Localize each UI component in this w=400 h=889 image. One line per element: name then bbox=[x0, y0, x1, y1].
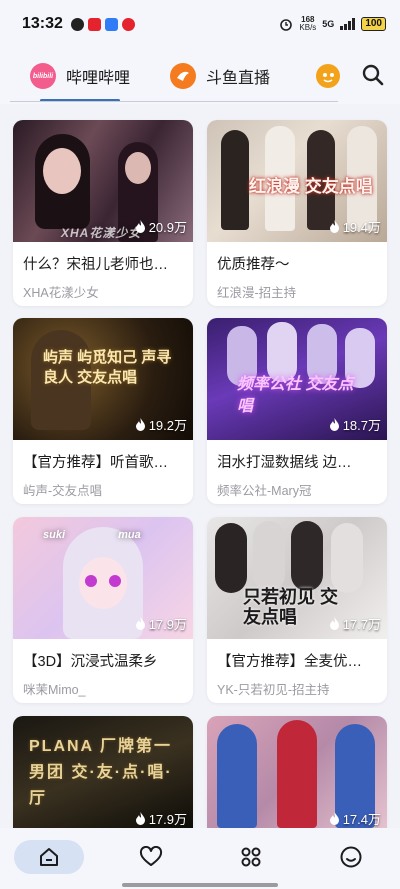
flame-icon bbox=[329, 418, 339, 431]
stream-thumbnail: 只若初见 交友点唱 17.7万 bbox=[207, 517, 387, 639]
stream-thumbnail: 17.4万 bbox=[207, 716, 387, 828]
thumbnail-caption: XHA花漾少女 bbox=[61, 226, 142, 240]
net-speed-unit: KB/s bbox=[299, 23, 317, 32]
tab-label-douyu: 斗鱼直播 bbox=[206, 70, 271, 87]
stream-thumbnail: 频率公社 交友点唱 18.7万 bbox=[207, 318, 387, 440]
view-count-badge: 17.9万 bbox=[135, 614, 187, 633]
stream-thumbnail: 红浪漫 交友点唱 19.4万 bbox=[207, 120, 387, 242]
card-streamer: 红浪漫-招主持 bbox=[217, 286, 297, 300]
stream-card[interactable]: 频率公社 交友点唱 18.7万 泪水打湿数据线 边… 频率公社-Mary冠 bbox=[207, 318, 387, 504]
stream-card[interactable]: XHA花漾少女 20.9万 什么？宋祖儿老师也… XHA花漾少女 bbox=[13, 120, 193, 306]
stream-card[interactable]: suki mua 17.9万 【3D】沉浸式温柔乡 咪茉Mimo_ bbox=[13, 517, 193, 703]
card-streamer: XHA花漾少女 bbox=[23, 286, 99, 300]
netease-music-icon bbox=[121, 17, 135, 31]
flame-icon bbox=[135, 617, 145, 630]
thumbnail-caption: 频率公社 交友点唱 bbox=[237, 376, 354, 415]
signal-icon bbox=[340, 18, 356, 30]
stream-thumbnail: PLANA 厂牌第一男团 交·友·点·唱·厅 17.9万 bbox=[13, 716, 193, 828]
view-count: 17.4万 bbox=[342, 812, 381, 827]
view-count: 19.4万 bbox=[342, 220, 381, 235]
battery-indicator: 100 bbox=[361, 17, 386, 31]
bilibili-logo-icon: bilibili bbox=[30, 63, 56, 89]
header-divider bbox=[10, 101, 338, 102]
flame-icon bbox=[329, 617, 339, 630]
card-streamer: YK-只若初见-招主持 bbox=[217, 683, 330, 697]
nav-home[interactable] bbox=[14, 840, 84, 874]
nav-favorites[interactable] bbox=[116, 840, 186, 874]
bilibili-logo-text: bilibili bbox=[32, 72, 54, 80]
home-icon bbox=[40, 848, 58, 866]
stream-card[interactable]: PLANA 厂牌第一男团 交·友·点·唱·厅 17.9万 bbox=[13, 716, 193, 828]
apps-icon bbox=[241, 847, 261, 867]
platform-tabs: bilibili 哔哩哔哩 斗鱼直播 bbox=[0, 48, 400, 104]
flame-icon bbox=[135, 220, 145, 233]
view-count: 17.9万 bbox=[148, 617, 187, 632]
view-count: 18.7万 bbox=[342, 418, 381, 433]
view-count: 17.9万 bbox=[148, 812, 187, 827]
stream-thumbnail: XHA花漾少女 20.9万 bbox=[13, 120, 193, 242]
huya-logo-icon[interactable] bbox=[316, 64, 340, 88]
view-count-badge: 17.9万 bbox=[135, 809, 187, 828]
nav-profile[interactable] bbox=[316, 840, 386, 874]
flame-icon bbox=[329, 220, 339, 233]
stream-card[interactable]: 17.4万 bbox=[207, 716, 387, 828]
thumbnail-caption: 红浪漫 交友点唱 bbox=[249, 177, 373, 196]
stream-card[interactable]: 红浪漫 交友点唱 19.4万 优质推荐～ 红浪漫-招主持 bbox=[207, 120, 387, 306]
heart-icon bbox=[139, 846, 163, 866]
tmall-icon bbox=[87, 17, 101, 31]
gesture-bar[interactable] bbox=[122, 883, 278, 887]
card-title: 泪水打湿数据线 边… bbox=[217, 455, 352, 471]
card-streamer: 咪茉Mimo_ bbox=[23, 683, 86, 697]
stream-thumbnail: suki mua 17.9万 bbox=[13, 517, 193, 639]
card-title: 【官方推荐】听首歌… bbox=[23, 455, 168, 471]
view-count-badge: 19.2万 bbox=[135, 415, 187, 434]
status-right: 168 KB/s 5G 100 bbox=[279, 16, 386, 32]
tab-label-bilibili: 哔哩哔哩 bbox=[66, 70, 131, 87]
card-streamer: 屿声-交友点唱 bbox=[23, 484, 103, 498]
tab-douyu[interactable]: 斗鱼直播 bbox=[170, 48, 270, 104]
card-title: 什么？宋祖儿老师也… bbox=[23, 257, 168, 273]
view-count: 17.7万 bbox=[342, 617, 381, 632]
qq-icon bbox=[70, 17, 84, 31]
status-bar: 13:32 168 KB/s 5G 100 bbox=[0, 0, 400, 48]
thumbnail-caption: suki mua bbox=[43, 529, 141, 541]
network-type: 5G bbox=[322, 19, 335, 29]
alarm-icon bbox=[280, 19, 293, 31]
search-icon bbox=[362, 64, 384, 86]
search-button[interactable] bbox=[360, 62, 386, 88]
flame-icon bbox=[135, 418, 145, 431]
card-title: 优质推荐～ bbox=[217, 257, 290, 273]
view-count-badge: 20.9万 bbox=[135, 217, 187, 236]
notification-icons bbox=[70, 17, 135, 31]
card-streamer: 频率公社-Mary冠 bbox=[217, 484, 312, 498]
stream-card[interactable]: 只若初见 交友点唱 17.7万 【官方推荐】全麦优… YK-只若初见-招主持 bbox=[207, 517, 387, 703]
card-title: 【3D】沉浸式温柔乡 bbox=[23, 654, 158, 670]
tab-bilibili[interactable]: bilibili 哔哩哔哩 bbox=[30, 48, 130, 104]
douyu-logo-icon bbox=[170, 63, 197, 89]
bottom-navigation bbox=[0, 828, 400, 889]
flame-icon bbox=[135, 812, 145, 825]
stream-thumbnail: 屿声 屿觅知己 声寻良人 交友点唱 19.2万 bbox=[13, 318, 193, 440]
card-title: 【官方推荐】全麦优… bbox=[217, 654, 362, 670]
nav-categories[interactable] bbox=[216, 840, 286, 874]
view-count-badge: 18.7万 bbox=[329, 415, 381, 434]
stream-card[interactable]: 屿声 屿觅知己 声寻良人 交友点唱 19.2万 【官方推荐】听首歌… 屿声-交友… bbox=[13, 318, 193, 504]
thumbnail-caption: PLANA 厂牌第一男团 交·友·点·唱·厅 bbox=[29, 738, 173, 807]
message-icon bbox=[104, 17, 118, 31]
flame-icon bbox=[329, 812, 339, 825]
view-count-badge: 17.4万 bbox=[329, 809, 381, 828]
view-count: 19.2万 bbox=[148, 418, 187, 433]
net-speed: 168 KB/s bbox=[299, 16, 316, 32]
view-count-badge: 17.7万 bbox=[329, 614, 381, 633]
thumbnail-caption: 屿声 屿觅知己 声寻良人 交友点唱 bbox=[43, 349, 172, 386]
view-count: 20.9万 bbox=[148, 220, 187, 235]
smile-icon bbox=[340, 846, 362, 868]
view-count-badge: 19.4万 bbox=[329, 217, 381, 236]
status-time: 13:32 bbox=[22, 15, 63, 32]
